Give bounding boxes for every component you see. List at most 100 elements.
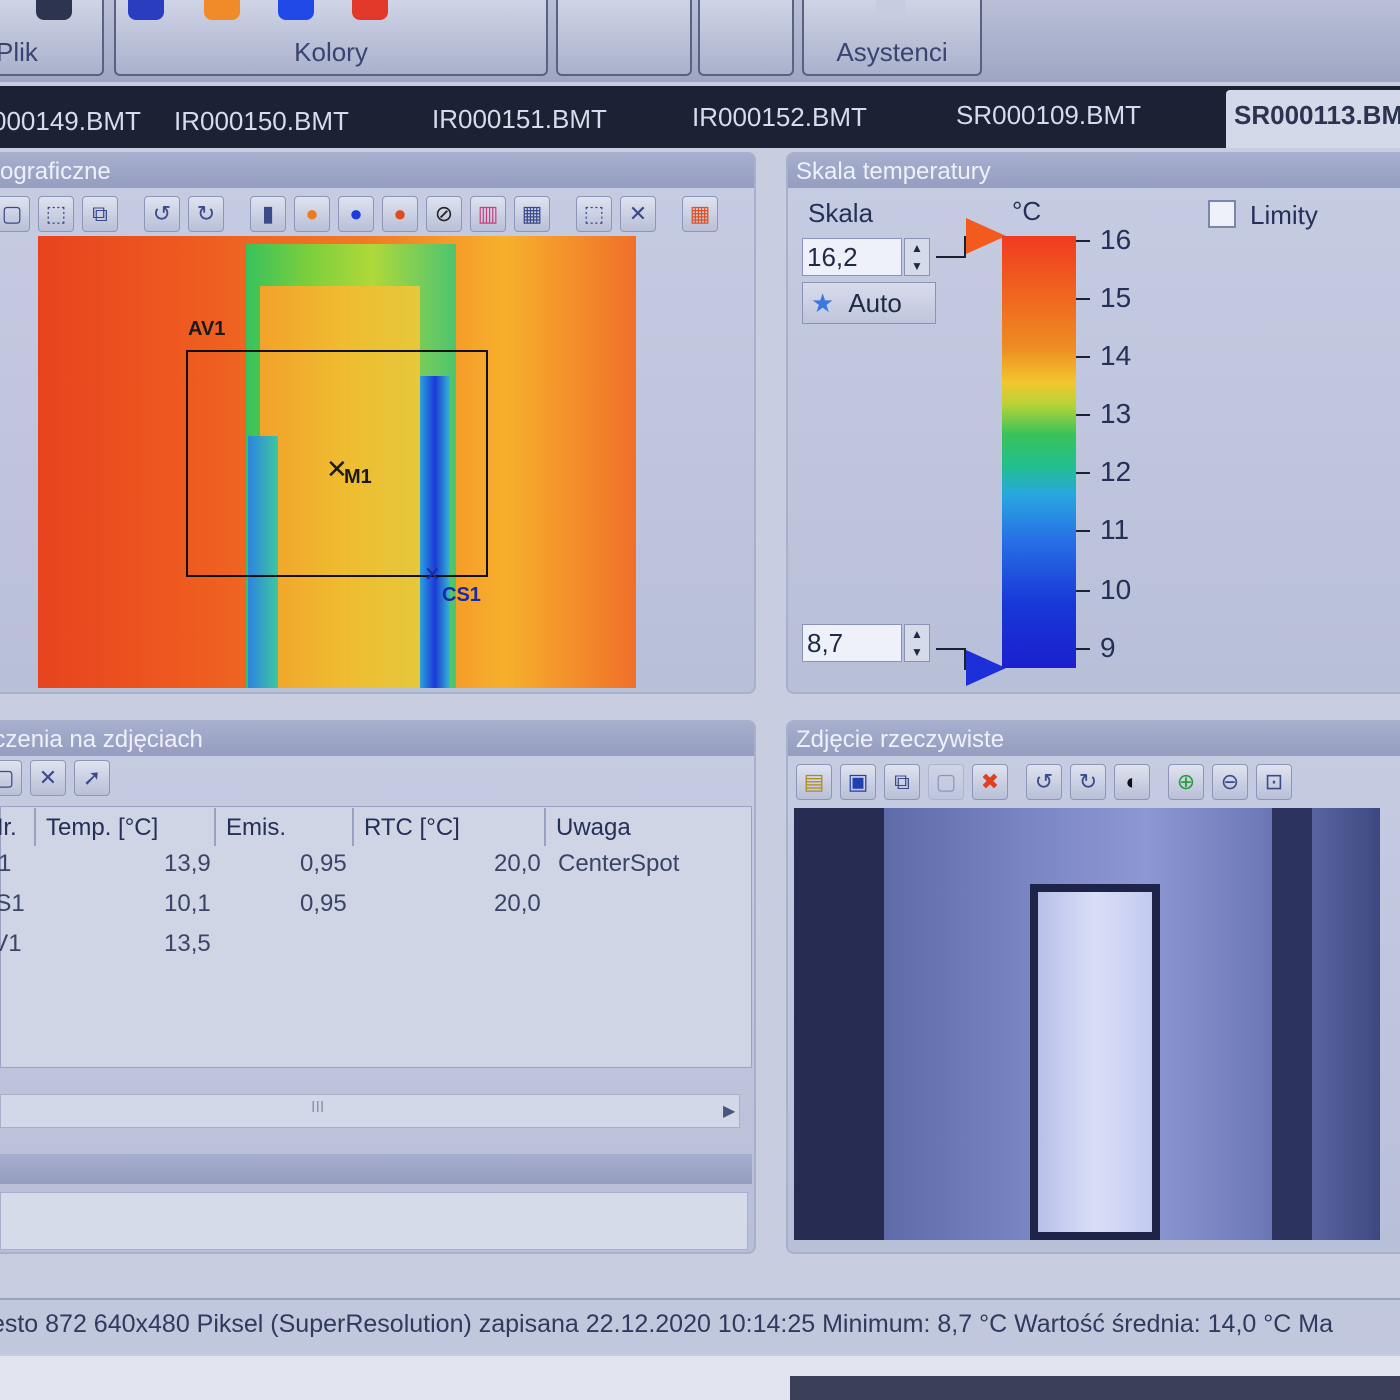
- measurements-toolbar: ▢ ✕ ➚: [0, 756, 110, 800]
- scale-tick-label: 16: [1100, 224, 1132, 255]
- no-entry-icon[interactable]: ⊘: [426, 196, 462, 232]
- table-row[interactable]: CS1 10,1 0,95 20,0: [0, 886, 752, 926]
- rotate-right-icon[interactable]: ↻: [188, 196, 224, 232]
- col-note[interactable]: Uwaga: [548, 808, 752, 846]
- cell-note: CenterSpot: [558, 850, 680, 877]
- table-row[interactable]: M1 13,9 0,95 20,0 CenterSpot: [0, 846, 752, 886]
- ribbon-group-4[interactable]: [698, 0, 794, 76]
- star-icon: ★: [811, 288, 835, 318]
- scale-max-spinner[interactable]: ▲ ▼: [904, 238, 930, 276]
- ribbon-group-3[interactable]: [556, 0, 692, 76]
- scale-tick: [1076, 590, 1090, 592]
- tab-file-2[interactable]: IR000150.BMT: [174, 106, 349, 137]
- cell-temp: 13,5: [164, 930, 211, 957]
- remove-icon[interactable]: ✕: [30, 760, 66, 796]
- scale-panel-title: Skala temperatury: [788, 154, 1400, 188]
- max-marker-handle[interactable]: [966, 218, 1006, 254]
- temperature-scale-bar: [1002, 236, 1076, 668]
- add-icon[interactable]: ▢: [0, 760, 22, 796]
- photo-door: [1030, 884, 1160, 1240]
- taskbar-strip: [790, 1376, 1400, 1400]
- cell-rtc: 20,0: [494, 890, 541, 917]
- selection-rect-icon[interactable]: ⬚: [576, 196, 612, 232]
- horizontal-scrollbar[interactable]: III ▶: [0, 1094, 740, 1128]
- cell-nr: CS1: [0, 890, 25, 917]
- grid-chart-icon[interactable]: ▦: [514, 196, 550, 232]
- zoom-fit-icon[interactable]: ⊡: [1256, 764, 1292, 800]
- rotate-left-icon[interactable]: ↺: [1026, 764, 1062, 800]
- scale-min-input[interactable]: 8,7: [802, 624, 902, 662]
- cell-nr: M1: [0, 850, 12, 877]
- save-icon: [36, 0, 72, 20]
- photo-frame-right: [1272, 808, 1312, 1240]
- hot-palette-icon[interactable]: [352, 0, 388, 20]
- copy-icon[interactable]: ⧉: [884, 764, 920, 800]
- zoom-in-icon[interactable]: ⊕: [1168, 764, 1204, 800]
- histogram-icon[interactable]: ▥: [470, 196, 506, 232]
- ribbon-group-assistants[interactable]: Asystenci: [802, 0, 982, 76]
- coldspot-icon[interactable]: ●: [338, 196, 374, 232]
- thermometer-icon[interactable]: ▮: [250, 196, 286, 232]
- iron-palette-icon[interactable]: [204, 0, 240, 20]
- folder-open-icon[interactable]: ▤: [796, 764, 832, 800]
- photo-wall-dark: [794, 808, 884, 1240]
- grid-overlay-icon[interactable]: ▦: [682, 196, 718, 232]
- auto-button-label: Auto: [848, 288, 902, 318]
- scale-tick: [1076, 356, 1090, 358]
- real-photo[interactable]: [794, 808, 1380, 1240]
- open-icon[interactable]: ▢: [0, 196, 30, 232]
- scroll-grip[interactable]: III: [311, 1099, 324, 1117]
- col-nr[interactable]: Nr.: [0, 808, 36, 846]
- delete-icon[interactable]: ✕: [620, 196, 656, 232]
- col-emis[interactable]: Emis.: [218, 808, 354, 846]
- scroll-right-arrow[interactable]: ▶: [723, 1101, 735, 1121]
- pointer-icon[interactable]: ➚: [74, 760, 110, 796]
- ribbon-label-file: Plik: [0, 37, 38, 67]
- export-icon[interactable]: ⬚: [38, 196, 74, 232]
- ribbon-group-colors[interactable]: Kolory: [114, 0, 548, 76]
- cell-temp: 10,1: [164, 890, 211, 917]
- scale-min-spinner[interactable]: ▲ ▼: [904, 624, 930, 662]
- scale-tick-label: 12: [1100, 456, 1132, 487]
- tab-file-5[interactable]: SR000109.BMT: [956, 100, 1141, 131]
- col-temp[interactable]: Temp. [°C]: [38, 808, 216, 846]
- scale-unit: °C: [1012, 196, 1042, 226]
- tab-file-6-active[interactable]: SR000113.BMT: [1226, 90, 1400, 148]
- scale-tick: [1076, 530, 1090, 532]
- measure-point-icon[interactable]: ●: [382, 196, 418, 232]
- scale-tick: [1076, 240, 1090, 242]
- limits-checkbox[interactable]: [1208, 200, 1236, 228]
- paste-icon[interactable]: ▢: [928, 764, 964, 800]
- scale-max-input[interactable]: 16,2: [802, 238, 902, 276]
- tab-file-4[interactable]: IR000152.BMT: [692, 102, 867, 133]
- contrast-icon[interactable]: ◐: [1114, 764, 1150, 800]
- thermal-image[interactable]: AV1 ✕ M1 ✕ CS1: [38, 236, 636, 688]
- thermal-toolbar: ▢ ⬚ ⧉ ↺ ↻ ▮ ● ● ● ⊘ ▥ ▦ ⬚ ✕ ▦: [0, 192, 718, 236]
- cold-palette-icon[interactable]: [278, 0, 314, 20]
- tab-file-3[interactable]: IR000151.BMT: [432, 104, 607, 135]
- palette-icon[interactable]: [128, 0, 164, 20]
- comment-field[interactable]: [0, 1192, 748, 1250]
- scale-panel: Skala temperatury: [786, 152, 1400, 694]
- rotate-left-icon[interactable]: ↺: [144, 196, 180, 232]
- scale-tick-label: 10: [1100, 574, 1132, 605]
- limits-label: Limity: [1250, 200, 1318, 230]
- save-icon[interactable]: ▣: [840, 764, 876, 800]
- zoom-out-icon[interactable]: ⊖: [1212, 764, 1248, 800]
- table-row[interactable]: AV1 13,5: [0, 926, 752, 966]
- max-connector: [936, 236, 966, 258]
- marker-cs1-cross[interactable]: ✕: [424, 562, 441, 587]
- cell-emis: 0,95: [300, 890, 347, 917]
- delete-icon[interactable]: ✖: [972, 764, 1008, 800]
- rotate-right-icon[interactable]: ↻: [1070, 764, 1106, 800]
- copy-icon[interactable]: ⧉: [82, 196, 118, 232]
- auto-button[interactable]: ★ Auto: [802, 282, 936, 324]
- ribbon-group-file[interactable]: Plik: [0, 0, 104, 76]
- scale-tick-label: 13: [1100, 398, 1132, 429]
- measurements-panel-title: Oznaczenia na zdjęciach: [0, 722, 754, 756]
- hotspot-icon[interactable]: ●: [294, 196, 330, 232]
- col-rtc[interactable]: RTC [°C]: [356, 808, 546, 846]
- tab-file-1[interactable]: IR000149.BMT: [0, 106, 141, 137]
- cell-rtc: 20,0: [494, 850, 541, 877]
- min-marker-handle[interactable]: [966, 650, 1006, 686]
